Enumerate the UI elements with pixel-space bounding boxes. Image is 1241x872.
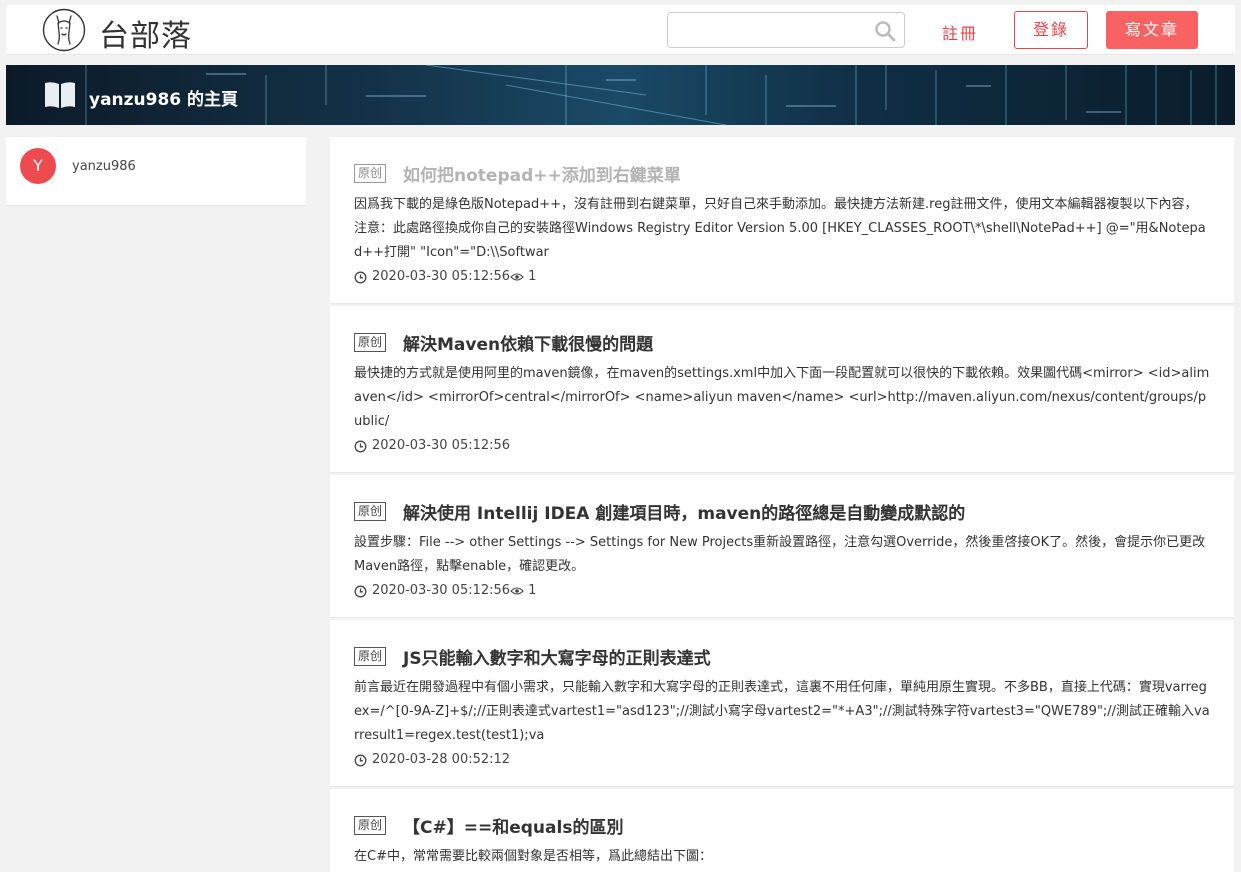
article-meta: 2020-03-30 05:12:56 1 xyxy=(354,579,1210,603)
article-title-link[interactable]: 如何把notepad++添加到右鍵菜單 xyxy=(403,161,681,186)
clock-icon xyxy=(354,271,367,283)
article-date: 2020-03-30 05:12:56 xyxy=(372,438,511,453)
eye-icon xyxy=(510,273,524,281)
article-list: 原创 如何把notepad++添加到右鍵菜單 因爲我下載的是綠色版Notepad… xyxy=(330,137,1234,872)
article-title-link[interactable]: 解決使用 Intellij IDEA 創建項目時，maven的路徑總是自動變成默… xyxy=(403,499,965,524)
article-excerpt: 在C#中，常常需要比較兩個對象是否相等，爲此總結出下圖： xyxy=(354,849,712,864)
clock-icon xyxy=(354,440,367,452)
search-input[interactable] xyxy=(678,13,873,47)
article-excerpt: 因爲我下載的是綠色版Notepad++，沒有註冊到右鍵菜單，只好自己來手動添加。… xyxy=(354,197,1206,260)
search-box[interactable] xyxy=(667,12,905,48)
original-tag: 原创 xyxy=(354,815,387,835)
user-card: Y yanzu986 xyxy=(6,137,306,206)
article-meta: 2020-03-30 05:12:56 1 xyxy=(354,265,1210,289)
article-date: 2020-03-28 00:52:12 xyxy=(372,752,511,767)
original-tag: 原创 xyxy=(354,501,387,521)
write-article-button[interactable]: 寫文章 xyxy=(1106,11,1198,49)
username-link[interactable]: yanzu986 xyxy=(72,159,136,174)
article-date: 2020-03-30 05:12:56 xyxy=(372,269,511,284)
article-meta: 2020-03-28 00:52:12 xyxy=(354,748,1210,772)
page-title: yanzu986 的主頁 xyxy=(89,90,239,110)
avatar[interactable]: Y xyxy=(20,148,56,184)
brand-name[interactable]: 台部落 xyxy=(99,11,192,55)
article-excerpt: 前言最近在開發過程中有個小需求，只能輸入數字和大寫字母的正則表達式，這裏不用任何… xyxy=(354,680,1210,743)
view-count: 1 xyxy=(528,269,537,284)
article-excerpt: 最快捷的方式就是使用阿里的maven鏡像，在maven的settings.xml… xyxy=(354,366,1210,429)
llama-logo-icon[interactable] xyxy=(42,8,86,52)
article-item: 原创 如何把notepad++添加到右鍵菜單 因爲我下載的是綠色版Notepad… xyxy=(330,137,1234,304)
article-excerpt: 設置步驟：File --> other Settings --> Setting… xyxy=(354,535,1206,574)
article-title-link[interactable]: JS只能輸入數字和大寫字母的正則表達式 xyxy=(403,644,711,669)
article-item: 原创 【C#】==和equals的區別 在C#中，常常需要比較兩個對象是否相等，… xyxy=(330,789,1234,872)
article-meta: 2020-03-30 05:12:56 xyxy=(354,434,1210,458)
clock-icon xyxy=(354,585,367,597)
article-item: 原创 解決Maven依賴下載很慢的問題 最快捷的方式就是使用阿里的maven鏡像… xyxy=(330,306,1234,473)
top-navbar: 台部落 註冊 登錄 寫文章 xyxy=(6,5,1235,55)
profile-banner: yanzu986 的主頁 xyxy=(6,65,1235,125)
article-item: 原创 JS只能輸入數字和大寫字母的正則表達式 前言最近在開發過程中有個小需求，只… xyxy=(330,620,1234,787)
article-title-link[interactable]: 【C#】==和equals的區別 xyxy=(403,813,623,838)
original-tag: 原创 xyxy=(354,332,387,352)
article-title-link[interactable]: 解決Maven依賴下載很慢的問題 xyxy=(403,330,653,355)
view-count: 1 xyxy=(528,583,537,598)
eye-icon xyxy=(510,587,524,595)
book-icon xyxy=(45,82,75,108)
register-link[interactable]: 註冊 xyxy=(942,20,978,44)
article-date: 2020-03-30 05:12:56 xyxy=(372,583,511,598)
original-tag: 原创 xyxy=(354,163,387,183)
clock-icon xyxy=(354,754,367,766)
search-icon[interactable] xyxy=(874,20,896,42)
login-button[interactable]: 登錄 xyxy=(1014,11,1088,49)
article-item: 原创 解決使用 Intellij IDEA 創建項目時，maven的路徑總是自動… xyxy=(330,475,1234,618)
original-tag: 原创 xyxy=(354,646,387,666)
